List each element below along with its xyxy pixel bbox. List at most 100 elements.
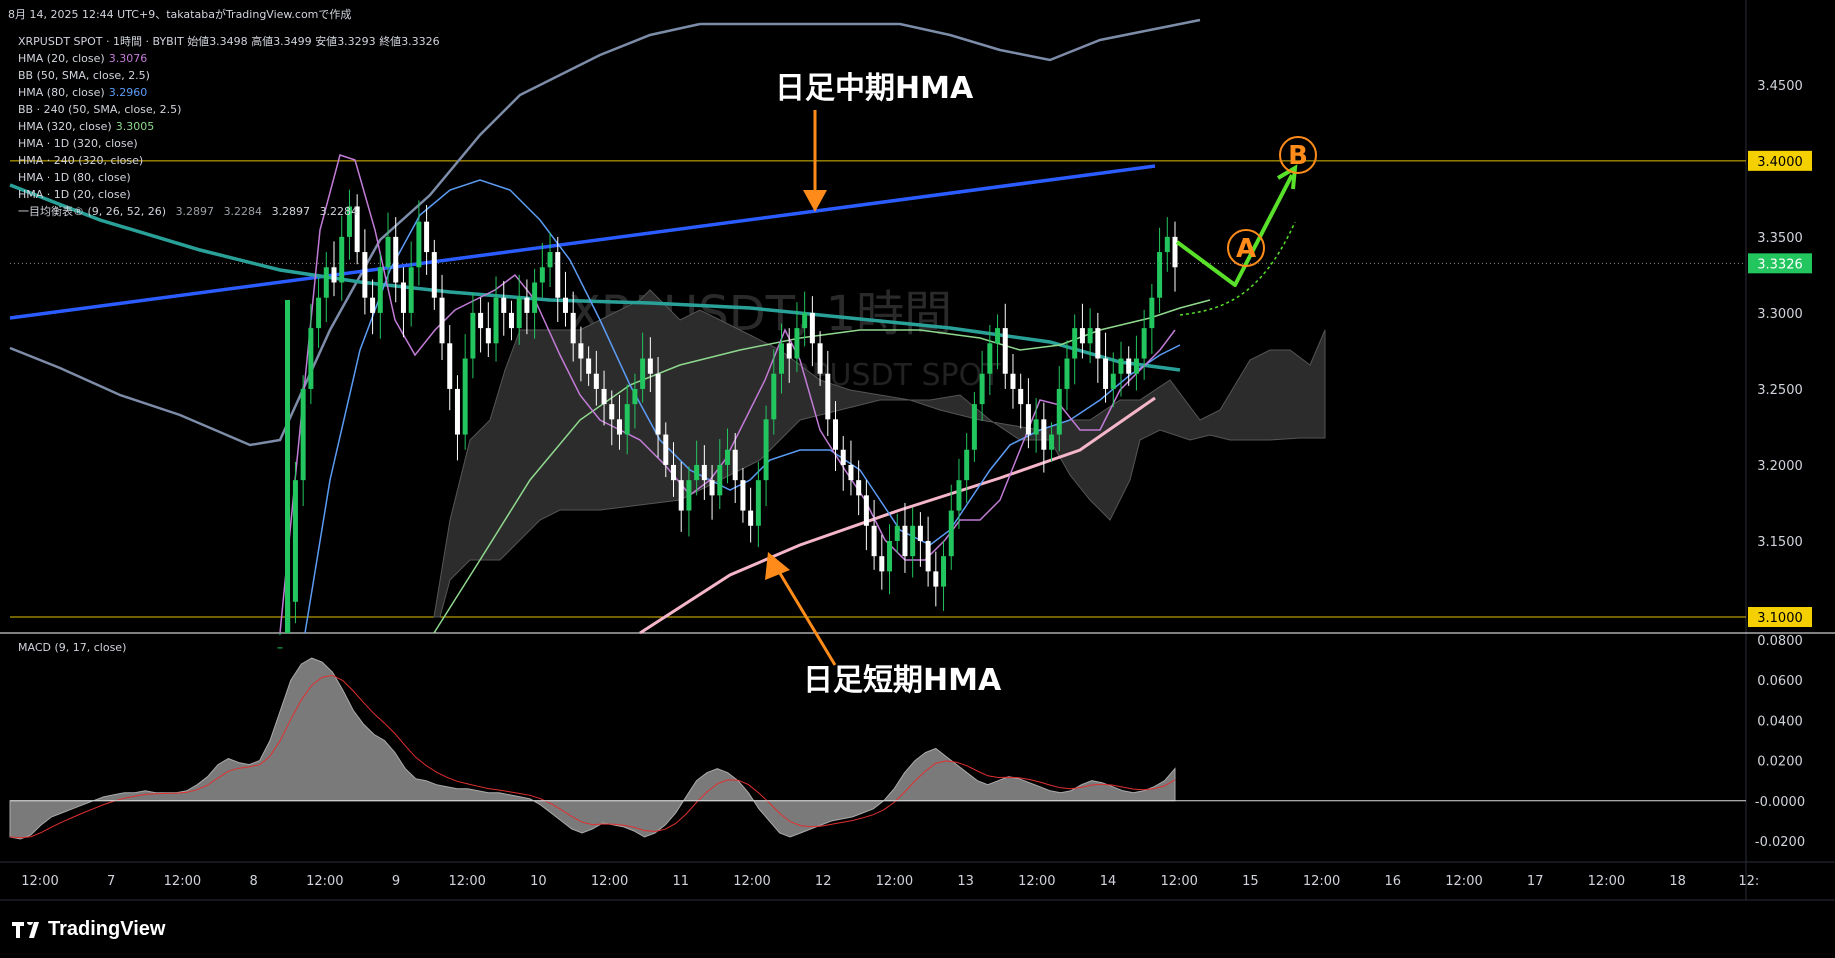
legend-label: HMA · 1D (80, close) (18, 171, 131, 184)
candle-body (578, 343, 584, 359)
level-label: 3.1000 (1757, 611, 1803, 626)
candle-body (292, 480, 298, 602)
ichimoku-value: 3.2284 (319, 205, 359, 218)
candle-body (485, 328, 491, 344)
candle-body (910, 525, 916, 557)
macd-title[interactable]: MACD (9, 17, close) (18, 641, 126, 654)
candle-body (570, 312, 576, 344)
candle-body (840, 449, 846, 465)
legend-value: 3.3076 (108, 52, 148, 65)
candle-body (979, 373, 985, 405)
candle-body (1025, 404, 1031, 435)
y-tick-label: 3.2500 (1757, 383, 1803, 398)
candle-body (277, 647, 283, 649)
tradingview-logo-text: TradingView (48, 918, 166, 940)
x-tick-label: 8 (249, 874, 257, 889)
legend-row[interactable]: HMA · 1D (80, close) (18, 169, 440, 186)
legend-row[interactable]: HMA (20, close) 3.3076 (18, 50, 440, 67)
candle-body (539, 267, 545, 283)
legend-label: HMA (20, close) (18, 52, 105, 65)
x-tick-label: 12:00 (21, 874, 58, 889)
candle-body (470, 312, 476, 359)
symbol-name: XRPUSDT SPOT · 1時間 · BYBIT (18, 35, 184, 48)
candle-body (1149, 297, 1155, 329)
legend-row[interactable]: HMA · 240 (320, close) (18, 152, 440, 169)
x-tick-label: 13 (957, 874, 974, 889)
candle-body (748, 510, 754, 526)
candle-body (508, 312, 514, 329)
symbol-ohlc-row[interactable]: XRPUSDT SPOT · 1時間 · BYBIT 始値3.3498 高値3.… (18, 33, 440, 50)
candle-body (794, 328, 800, 359)
candle-body (408, 267, 414, 313)
candle-body (331, 267, 337, 283)
x-tick-label: 12:00 (164, 874, 201, 889)
candle-body (1041, 419, 1047, 450)
candle-body (995, 328, 1001, 344)
candle-body (532, 282, 538, 313)
low-value: 3.3293 (337, 35, 376, 48)
candle-body (655, 373, 661, 435)
candle-body (725, 449, 730, 465)
candle-body (894, 525, 900, 541)
high-label: 高値 (251, 35, 274, 48)
ichimoku-legend-row[interactable]: 一目均衡表® (9, 26, 52, 26) 3.2897 3.2284 3.2… (18, 203, 440, 220)
legend-row[interactable]: BB · 240 (50, SMA, close, 2.5) (18, 101, 440, 118)
legend-row[interactable]: HMA · 1D (20, close) (18, 186, 440, 203)
candle-body (616, 419, 622, 435)
legend-label: HMA · 1D (20, close) (18, 188, 131, 201)
candle-body (524, 297, 530, 313)
macd-tick-label: 0.0200 (1757, 755, 1803, 770)
legend-value: 3.2960 (108, 86, 148, 99)
ichimoku-value: 3.2284 (223, 205, 263, 218)
x-tick-label: 11 (673, 874, 690, 889)
candle-body (771, 373, 777, 420)
candle-body (300, 388, 306, 481)
x-tick-label: 12:00 (306, 874, 343, 889)
legend-row[interactable]: HMA (320, close) 3.3005 (18, 118, 440, 135)
candle-body (1087, 328, 1093, 344)
x-tick-label: 16 (1385, 874, 1402, 889)
candle-body (833, 419, 839, 450)
macd-tick-label: 0.0800 (1757, 634, 1803, 649)
macd-tick-label: 0.0400 (1757, 714, 1803, 729)
candle-body (848, 464, 854, 481)
candle-body (439, 297, 445, 344)
ichimoku-value: 3.2897 (175, 205, 215, 218)
candle-body (948, 510, 954, 557)
legend-row[interactable]: HMA · 1D (320, close) (18, 135, 440, 152)
y-tick-label: 3.3500 (1757, 231, 1803, 246)
candle-body (609, 404, 615, 420)
annotation-short-hma: 日足短期HMA (803, 663, 1002, 698)
open-label: 始値 (187, 35, 210, 48)
candle-body (624, 404, 630, 435)
candle-body (701, 464, 707, 481)
candle-body (640, 358, 646, 389)
candle-body (323, 267, 329, 298)
x-tick-label: 12:00 (1160, 874, 1197, 889)
candle-body (393, 236, 399, 283)
candle-body (902, 525, 908, 557)
candle-body (362, 252, 368, 298)
y-tick-label: 3.2000 (1757, 459, 1803, 474)
candle-body (941, 556, 947, 587)
candle-body (601, 388, 607, 405)
candle-body (416, 221, 422, 268)
annotation-mid-hma: 日足中期HMA (775, 71, 974, 106)
candle-body (863, 495, 869, 526)
x-tick-label: 12 (815, 874, 832, 889)
candle-body (879, 556, 885, 572)
close-value: 3.3326 (401, 35, 440, 48)
candle-body (755, 480, 761, 526)
legend-label: HMA · 240 (320, close) (18, 154, 144, 167)
legend-row[interactable]: BB (50, SMA, close, 2.5) (18, 67, 440, 84)
candle-body (678, 480, 684, 511)
candle-body (547, 252, 553, 268)
x-tick-label: 12:00 (448, 874, 485, 889)
x-tick-label: 12:00 (1303, 874, 1340, 889)
annotation-marker-label: A (1236, 234, 1256, 264)
candle-body (1064, 358, 1070, 389)
candle-body (285, 300, 290, 633)
legend-row[interactable]: HMA (80, close) 3.2960 (18, 84, 440, 101)
y-tick-label: 3.1500 (1757, 535, 1803, 550)
x-tick-label: 17 (1527, 874, 1544, 889)
